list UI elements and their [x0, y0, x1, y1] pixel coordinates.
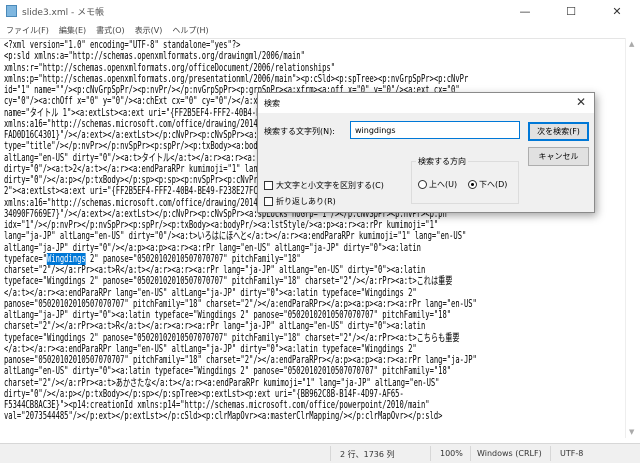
minimize-button[interactable]: —	[502, 0, 548, 22]
dialog-title: 検索	[264, 98, 280, 108]
radio-down[interactable]: 下へ(D)	[468, 179, 507, 190]
notepad-icon	[6, 5, 17, 17]
line-ending: Windows (CRLF)	[477, 449, 542, 458]
dialog-close-icon[interactable]: ✕	[576, 95, 586, 109]
zoom-level: 100%	[440, 449, 463, 458]
search-match-highlight: Wingdings	[46, 252, 86, 265]
cancel-button[interactable]: キャンセル	[528, 147, 589, 166]
scroll-down-icon[interactable]: ▼	[629, 428, 634, 436]
menu-bar: ファイル(F) 編集(E) 書式(O) 表示(V) ヘルプ(H)	[0, 22, 640, 38]
menu-format[interactable]: 書式(O)	[96, 25, 125, 36]
radio-down-label: 下へ(D)	[479, 180, 508, 189]
text-line: val="2073544485"/></p:ext></p:extLst></p…	[4, 410, 443, 423]
status-bar: 2 行、1736 列 100% Windows (CRLF) UTF-8	[0, 443, 640, 463]
wrap-checkbox[interactable]: 折り返しあり(R)	[264, 196, 336, 207]
menu-help[interactable]: ヘルプ(H)	[172, 25, 208, 36]
match-case-checkbox[interactable]: 大文字と小文字を区別する(C)	[264, 180, 384, 191]
cursor-position: 2 行、1736 列	[340, 450, 395, 459]
dialog-title-bar: 検索 ✕	[258, 93, 594, 113]
menu-edit[interactable]: 編集(E)	[59, 25, 86, 36]
maximize-button[interactable]: ☐	[548, 0, 594, 22]
find-next-button[interactable]: 次を検索(F)	[528, 122, 589, 141]
find-input[interactable]	[350, 121, 520, 139]
radio-up-label: 上へ(U)	[429, 180, 458, 189]
title-bar: slide3.xml - メモ帳 — ☐ ✕	[0, 0, 640, 22]
menu-file[interactable]: ファイル(F)	[6, 25, 49, 36]
wrap-label: 折り返しあり(R)	[276, 197, 336, 206]
encoding: UTF-8	[560, 449, 584, 458]
radio-up[interactable]: 上へ(U)	[418, 179, 457, 190]
direction-label: 検索する方向	[416, 156, 468, 167]
scroll-up-icon[interactable]: ▲	[629, 40, 634, 48]
find-dialog: 検索 ✕ 検索する文字列(N): 次を検索(F) キャンセル 検索する方向 上へ…	[257, 92, 595, 213]
vertical-scrollbar[interactable]: ▲ ▼	[625, 38, 640, 438]
find-label: 検索する文字列(N):	[264, 127, 335, 136]
close-button[interactable]: ✕	[594, 0, 640, 22]
menu-view[interactable]: 表示(V)	[135, 25, 163, 36]
window-title: slide3.xml - メモ帳	[22, 7, 105, 18]
direction-group: 検索する方向 上へ(U) 下へ(D)	[411, 156, 519, 204]
match-case-label: 大文字と小文字を区別する(C)	[276, 181, 384, 190]
